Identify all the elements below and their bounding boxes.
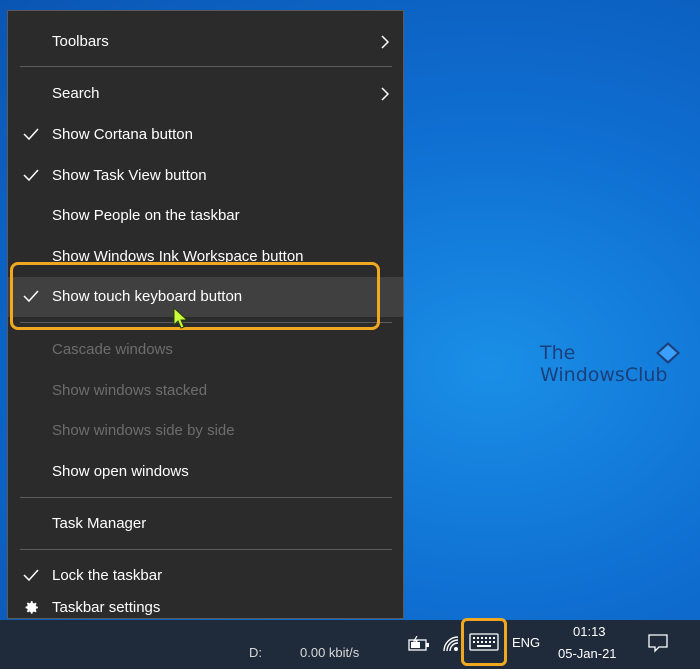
taskbar: D: 0.00 kbit/s ENG 01:13 05-Jan-21 <box>0 620 700 669</box>
menu-item-lock-taskbar[interactable]: Lock the taskbar <box>8 556 403 596</box>
menu-item-label: Lock the taskbar <box>52 567 163 584</box>
menu-item-label: Task Manager <box>52 515 147 532</box>
watermark-logo: The WindowsClub <box>540 342 680 392</box>
mouse-pointer-icon <box>172 306 190 329</box>
notification-icon[interactable] <box>647 632 669 659</box>
watermark-line1: The <box>540 342 576 364</box>
menu-item-label: Show windows stacked <box>52 382 208 399</box>
menu-separator <box>20 549 392 550</box>
gear-icon <box>23 599 40 616</box>
network-speed-text: 0.00 kbit/s <box>300 645 360 660</box>
menu-item-task-manager[interactable]: Task Manager <box>8 504 403 544</box>
menu-item-taskbar-settings[interactable]: Taskbar settings <box>8 597 403 619</box>
menu-item-label: Show Cortana button <box>52 126 193 143</box>
watermark-line2: WindowsClub <box>540 364 668 386</box>
menu-item-cascade-windows: Cascade windows <box>8 330 403 370</box>
menu-item-label: Search <box>52 85 100 102</box>
menu-item-show-windows-stacked: Show windows stacked <box>8 371 403 411</box>
network-drive-label: D: <box>249 645 262 660</box>
chevron-right-icon <box>379 85 391 103</box>
windows-logo-icon <box>656 342 680 364</box>
menu-separator <box>20 497 392 498</box>
checkmark-icon <box>22 166 40 184</box>
highlight-box-keyboard-icon <box>461 618 507 666</box>
menu-item-label: Show open windows <box>52 463 189 480</box>
battery-icon[interactable] <box>408 635 430 657</box>
menu-item-label: Show windows side by side <box>52 422 235 439</box>
checkmark-icon <box>22 125 40 143</box>
menu-item-search[interactable]: Search <box>8 74 403 114</box>
menu-item-label: Cascade windows <box>52 341 173 358</box>
checkmark-icon <box>22 566 40 584</box>
menu-item-toolbars[interactable]: Toolbars <box>8 22 403 62</box>
menu-item-label: Taskbar settings <box>52 599 161 616</box>
menu-item-label: Toolbars <box>52 33 109 50</box>
menu-item-show-open-windows[interactable]: Show open windows <box>8 452 403 492</box>
menu-item-label: Show Task View button <box>52 167 207 184</box>
menu-item-show-windows-side-by-side: Show windows side by side <box>8 411 403 451</box>
clock-date[interactable]: 05-Jan-21 <box>558 646 617 662</box>
chevron-right-icon <box>379 33 391 51</box>
menu-separator <box>20 66 392 67</box>
menu-item-label: Show People on the taskbar <box>52 207 240 224</box>
menu-item-show-task-view[interactable]: Show Task View button <box>8 156 403 196</box>
menu-item-show-cortana[interactable]: Show Cortana button <box>8 115 403 155</box>
menu-item-show-people[interactable]: Show People on the taskbar <box>8 196 403 236</box>
wifi-icon[interactable] <box>441 634 461 659</box>
highlight-box-menu-item <box>10 262 380 330</box>
clock-time[interactable]: 01:13 <box>573 624 606 640</box>
language-indicator[interactable]: ENG <box>512 635 540 651</box>
